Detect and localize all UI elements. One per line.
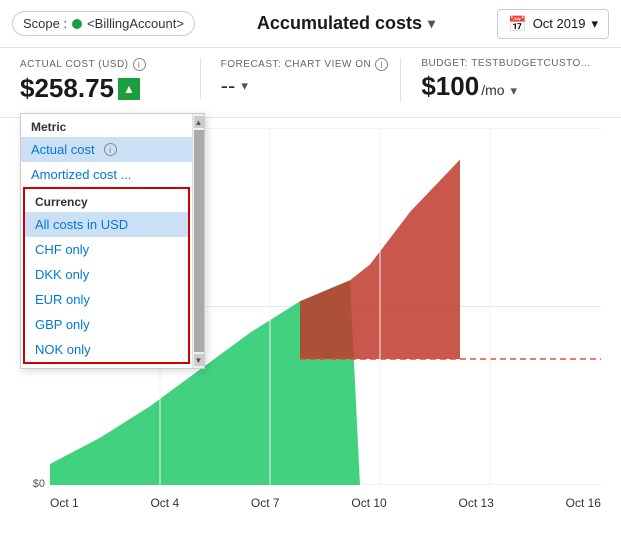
forecast-value: -- ▾ — [221, 73, 401, 99]
forecast-label: FORECAST: CHART VIEW ON i — [221, 58, 401, 71]
currency-section: Currency All costs in USD CHF only DKK o… — [23, 187, 190, 364]
header: Scope : <BillingAccount> Accumulated cos… — [0, 0, 621, 48]
budget-value-container: $100 /mo ▾ — [421, 71, 601, 102]
dropdown-item-usd[interactable]: All costs in USD — [25, 212, 188, 237]
dropdown-scrollable: Metric Actual cost i Amortized cost ... … — [21, 114, 204, 368]
budget-amount: $100 — [421, 71, 479, 102]
dropdown-item-gbp[interactable]: GBP only — [25, 312, 188, 337]
dropdown-item-eur[interactable]: EUR only — [25, 287, 188, 312]
title-chevron-icon[interactable]: ▾ — [428, 15, 435, 32]
actual-cost-info-icon[interactable]: i — [133, 58, 146, 71]
title-text: Accumulated costs — [257, 13, 422, 34]
x-label-oct4: Oct 4 — [150, 496, 179, 510]
x-label-oct7: Oct 7 — [251, 496, 280, 510]
scrollbar-up-button[interactable]: ▲ — [194, 116, 204, 128]
scope-button[interactable]: Scope : <BillingAccount> — [12, 11, 195, 36]
x-label-oct1: Oct 1 — [50, 496, 79, 510]
stats-row: ACTUAL COST (USD) i $258.75 ▲ FORECAST: … — [0, 48, 621, 118]
actual-cost-dropdown-info[interactable]: i — [104, 143, 117, 156]
currency-section-label: Currency — [25, 189, 188, 212]
dropdown-scrollbar[interactable]: ▲ ▼ — [192, 114, 204, 368]
dropdown-item-dkk[interactable]: DKK only — [25, 262, 188, 287]
scrollbar-thumb[interactable] — [194, 130, 204, 352]
x-axis: Oct 1 Oct 4 Oct 7 Oct 10 Oct 13 Oct 16 — [50, 488, 601, 518]
metric-section-label: Metric — [21, 114, 192, 137]
dropdown-item-chf[interactable]: CHF only — [25, 237, 188, 262]
y-label-bottom: $0 — [33, 478, 45, 490]
scope-label: Scope : — [23, 16, 67, 31]
dropdown-content: Metric Actual cost i Amortized cost ... … — [21, 114, 192, 368]
actual-cost-label: ACTUAL COST (USD) i — [20, 58, 200, 71]
dropdown-item-nok[interactable]: NOK only — [25, 337, 188, 362]
date-text: Oct 2019 — [533, 16, 586, 31]
actual-cost-value: $258.75 ▲ — [20, 73, 200, 104]
forecast-block: FORECAST: CHART VIEW ON i -- ▾ — [200, 58, 401, 99]
page-title: Accumulated costs ▾ — [257, 13, 435, 34]
forecast-info-icon[interactable]: i — [375, 58, 388, 71]
actual-cost-block: ACTUAL COST (USD) i $258.75 ▲ — [20, 58, 200, 104]
x-label-oct13: Oct 13 — [458, 496, 493, 510]
dropdown-item-amortized-cost[interactable]: Amortized cost ... — [21, 162, 192, 187]
actual-cost-expand-button[interactable]: ▲ — [118, 78, 140, 100]
budget-unit: /mo — [481, 82, 504, 98]
chart-area: $50 $0 Oct 1 Oct 4 Oct 7 Oct 10 Oct 1 — [0, 118, 621, 520]
date-chevron-icon: ▾ — [591, 16, 598, 32]
budget-chevron-icon[interactable]: ▾ — [511, 83, 518, 99]
forecast-chevron-icon[interactable]: ▾ — [241, 78, 248, 94]
budget-block: BUDGET: TESTBUDGETCUSTO... $100 /mo ▾ — [400, 58, 601, 102]
budget-label: BUDGET: TESTBUDGETCUSTO... — [421, 58, 601, 69]
date-range-button[interactable]: 📅 Oct 2019 ▾ — [497, 9, 609, 39]
x-label-oct10: Oct 10 — [351, 496, 386, 510]
scrollbar-down-button[interactable]: ▼ — [194, 354, 204, 366]
scope-indicator — [72, 19, 82, 29]
x-label-oct16: Oct 16 — [566, 496, 601, 510]
dropdown-item-actual-cost[interactable]: Actual cost i — [21, 137, 192, 162]
scope-value: <BillingAccount> — [87, 16, 184, 31]
metric-currency-dropdown: Metric Actual cost i Amortized cost ... … — [20, 113, 205, 369]
calendar-icon: 📅 — [508, 15, 527, 33]
